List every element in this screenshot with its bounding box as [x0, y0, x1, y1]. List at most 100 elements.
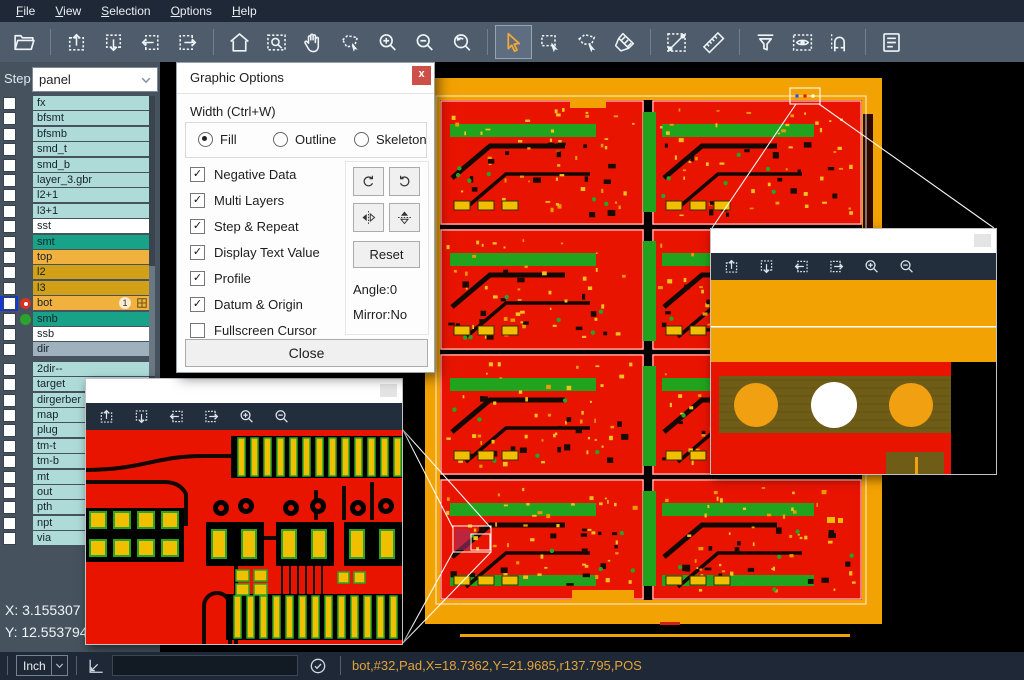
layer-name[interactable]: l3+1	[33, 204, 155, 218]
filter-button[interactable]	[747, 25, 784, 59]
layer-checkbox[interactable]	[3, 174, 16, 187]
radio-circle[interactable]	[354, 132, 369, 147]
layer-name[interactable]: smb	[33, 312, 155, 326]
unit-dropdown[interactable]: Inch	[16, 655, 68, 676]
checkbox[interactable]: ✓	[190, 245, 205, 260]
step-up-button[interactable]	[96, 407, 116, 427]
clean-button[interactable]	[606, 25, 643, 59]
object-view-button[interactable]	[784, 25, 821, 59]
zoom-home-button[interactable]	[221, 25, 258, 59]
layer-row-top[interactable]: top	[0, 250, 160, 265]
menu-help[interactable]: Help	[222, 2, 267, 20]
layer-row-l3[interactable]: l3	[0, 281, 160, 296]
ruler-button[interactable]	[695, 25, 732, 59]
select-rect-button[interactable]	[532, 25, 569, 59]
command-input[interactable]	[112, 655, 298, 676]
layer-checkbox[interactable]	[3, 532, 16, 545]
zoom-window-button[interactable]	[258, 25, 295, 59]
step-up-button[interactable]	[721, 257, 741, 277]
report-button[interactable]	[873, 25, 910, 59]
dialog-close-button[interactable]: x	[412, 66, 431, 85]
layer-name[interactable]: ssb	[33, 327, 155, 341]
menu-options[interactable]: Options	[161, 2, 222, 20]
zoom-in-button[interactable]	[236, 407, 256, 427]
layer-checkbox[interactable]	[3, 266, 16, 279]
zoom-polygon-button[interactable]	[332, 25, 369, 59]
option-multi-layers[interactable]: ✓Multi Layers	[190, 193, 284, 208]
layer-name[interactable]: fx	[33, 96, 155, 110]
mirror-vertical-button[interactable]	[389, 203, 420, 232]
layer-checkbox[interactable]	[3, 328, 16, 341]
layer-checkbox[interactable]	[3, 236, 16, 249]
checkbox[interactable]: ✓	[190, 193, 205, 208]
checkbox[interactable]: ✓	[190, 297, 205, 312]
radio-fill[interactable]: Fill	[198, 132, 237, 147]
layer-name[interactable]: l2+1	[33, 188, 155, 202]
layer-checkbox[interactable]	[3, 189, 16, 202]
magnifier-title-bar[interactable]	[86, 379, 402, 403]
layer-name[interactable]: bfsmb	[33, 127, 155, 141]
layer-row-l3+1[interactable]: l3+1	[0, 204, 160, 219]
layer-checkbox[interactable]	[3, 501, 16, 514]
layer-name[interactable]: l3	[33, 281, 155, 295]
step-down-button[interactable]	[131, 407, 151, 427]
checkbox[interactable]: ✓	[190, 167, 205, 182]
layer-checkbox[interactable]	[3, 409, 16, 422]
layer-name[interactable]: layer_3.gbr	[33, 173, 155, 187]
layer-checkbox[interactable]	[3, 455, 16, 468]
layer-row-sst[interactable]: sst	[0, 219, 160, 234]
reset-button[interactable]: Reset	[353, 241, 420, 268]
select-button[interactable]	[495, 25, 532, 59]
layer-checkbox[interactable]	[3, 313, 16, 326]
rotate-cw-button[interactable]	[353, 167, 384, 196]
step-up-button[interactable]	[58, 25, 95, 59]
checkbox[interactable]: ✓	[190, 219, 205, 234]
layer-row-l2[interactable]: l2	[0, 265, 160, 280]
layer-checkbox[interactable]	[3, 471, 16, 484]
layer-checkbox[interactable]	[3, 251, 16, 264]
zoom-previous-button[interactable]	[443, 25, 480, 59]
magnifier-menu-button[interactable]	[974, 234, 991, 247]
layer-name[interactable]: l2	[33, 265, 155, 279]
option-display-text-value[interactable]: ✓Display Text Value	[190, 245, 320, 260]
layer-checkbox[interactable]	[3, 97, 16, 110]
apply-check-icon[interactable]	[308, 656, 328, 676]
menu-file[interactable]: File	[6, 2, 45, 20]
layer-row-l2+1[interactable]: l2+1	[0, 188, 160, 203]
menu-selection[interactable]: Selection	[91, 2, 160, 20]
layer-checkbox[interactable]	[3, 282, 16, 295]
zoom-in-button[interactable]	[861, 257, 881, 277]
checkbox[interactable]	[190, 323, 205, 338]
option-profile[interactable]: ✓Profile	[190, 271, 251, 286]
layer-checkbox[interactable]	[3, 394, 16, 407]
open-file-button[interactable]	[6, 25, 43, 59]
layer-row-bfsmt[interactable]: bfsmt	[0, 111, 160, 126]
option-fullscreen-cursor[interactable]: Fullscreen Cursor	[190, 323, 317, 338]
step-right-button[interactable]	[169, 25, 206, 59]
layer-name[interactable]: dir	[33, 342, 155, 356]
layer-name[interactable]: smd_b	[33, 158, 155, 172]
layer-checkbox[interactable]	[3, 205, 16, 218]
layer-row-bfsmb[interactable]: bfsmb	[0, 127, 160, 142]
layer-name[interactable]: smt	[33, 235, 155, 249]
layer-checkbox[interactable]	[3, 220, 16, 233]
select-polygon-button[interactable]	[569, 25, 606, 59]
radio-outline[interactable]: Outline	[273, 132, 336, 147]
layer-checkbox[interactable]	[3, 297, 16, 310]
layer-row-2dir--[interactable]: 2dir--	[0, 362, 160, 377]
step-down-button[interactable]	[756, 257, 776, 277]
checkbox[interactable]: ✓	[190, 271, 205, 286]
option-datum-origin[interactable]: ✓Datum & Origin	[190, 297, 303, 312]
zoom-out-button[interactable]	[896, 257, 916, 277]
layer-name[interactable]: 2dir--	[33, 362, 155, 376]
layer-row-dir[interactable]: dir	[0, 342, 160, 357]
layer-row-layer_3.gbr[interactable]: layer_3.gbr	[0, 173, 160, 188]
rotate-ccw-button[interactable]	[389, 167, 420, 196]
option-negative-data[interactable]: ✓Negative Data	[190, 167, 296, 182]
option-step-repeat[interactable]: ✓Step & Repeat	[190, 219, 299, 234]
layer-name[interactable]: smd_t	[33, 142, 155, 156]
layer-checkbox[interactable]	[3, 517, 16, 530]
step-dropdown[interactable]: panel	[32, 67, 158, 92]
step-left-button[interactable]	[166, 407, 186, 427]
snap-button[interactable]	[821, 25, 858, 59]
